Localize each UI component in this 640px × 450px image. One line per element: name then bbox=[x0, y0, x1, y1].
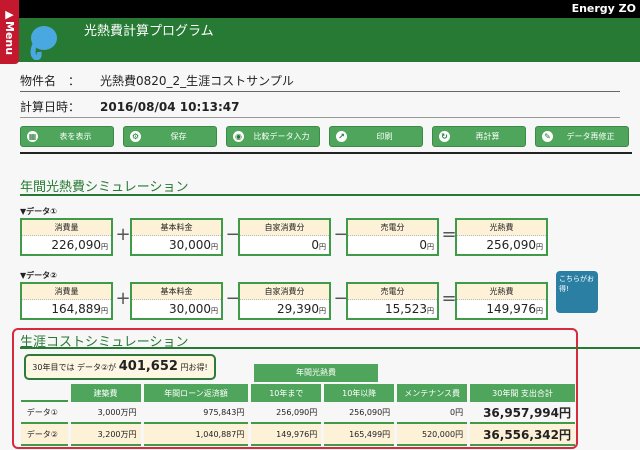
column-header: 10年まで bbox=[251, 384, 322, 402]
box-value: 164,889円 bbox=[51, 302, 108, 316]
refresh-icon: ↻ bbox=[439, 131, 450, 142]
button-label: 比較データ入力 bbox=[253, 132, 310, 141]
menu-tab[interactable]: ▶Menu bbox=[0, 0, 19, 64]
calc-date-value: 2016/08/04 10:13:47 bbox=[100, 100, 240, 114]
box-value: 0円 bbox=[311, 238, 326, 252]
table-cell: 36,556,342円 bbox=[470, 424, 575, 446]
box-header: 売電分 bbox=[348, 220, 437, 236]
table-cell: 256,090円 bbox=[251, 402, 322, 424]
table-row: データ② 3,200万円 1,040,887円 149,976円 165,499円 520… bbox=[21, 424, 575, 446]
pencil-icon: ✎ bbox=[542, 131, 553, 142]
table-cell: 3,200万円 bbox=[70, 424, 141, 446]
value-box: 売電分 0円 bbox=[346, 218, 439, 256]
box-header: 自家消費分 bbox=[240, 284, 329, 300]
table-header-row: 建築費 年間ローン返済額 10年まで 10年以降 メンテナンス費 30年間 支出合計 bbox=[21, 384, 575, 402]
divider bbox=[20, 347, 640, 349]
brand-text: Energy ZO bbox=[571, 2, 636, 15]
table-cell: データ① bbox=[21, 402, 68, 424]
lifecycle-table: 建築費 年間ローン返済額 10年まで 10年以降 メンテナンス費 30年間 支出合計 データ… bbox=[18, 384, 578, 446]
button-label: 表を表示 bbox=[59, 132, 92, 141]
value-box: 自家消費分 0円 bbox=[238, 218, 331, 256]
export-icon: ↗ bbox=[336, 131, 347, 142]
toolbar-button-4[interactable]: ↻ 再計算 bbox=[432, 126, 526, 147]
button-label: 印刷 bbox=[376, 132, 393, 141]
value-box: 消費量 226,090円 bbox=[20, 218, 113, 256]
eye-icon: ◉ bbox=[233, 131, 244, 142]
divider bbox=[20, 194, 640, 196]
value-box: 自家消費分 29,390円 bbox=[238, 282, 331, 320]
table-row: データ① 3,000万円 975,843円 256,090円 256,090円 0円 36,… bbox=[21, 402, 575, 424]
toolbar-button-5[interactable]: ✎ データ再修正 bbox=[535, 126, 629, 147]
box-header: 基本料金 bbox=[132, 284, 221, 300]
column-header: メンテナンス費 bbox=[397, 384, 468, 402]
value-box: 基本料金 30,000円 bbox=[130, 282, 223, 320]
savings-summary: 30年目では データ②が 401,652 円お得! bbox=[24, 354, 216, 380]
value-box: 光熱費 149,976円 bbox=[455, 282, 548, 320]
table-cell: 975,843円 bbox=[143, 402, 249, 424]
box-value: 149,976円 bbox=[486, 302, 543, 316]
calc-date-label: 計算日時： bbox=[20, 100, 81, 114]
calc-date-row: 計算日時： 2016/08/04 10:13:47 bbox=[20, 98, 620, 118]
box-value: 226,090円 bbox=[51, 238, 108, 252]
grid-icon: ▦ bbox=[27, 131, 38, 142]
property-name-row: 物件名 ： 光熱費0820_2_生涯コストサンプル bbox=[20, 72, 620, 92]
value-box: 売電分 15,523円 bbox=[346, 282, 439, 320]
toolbar-button-2[interactable]: ◉ 比較データ入力 bbox=[226, 126, 320, 147]
box-header: 基本料金 bbox=[132, 220, 221, 236]
box-value: 256,090円 bbox=[486, 238, 543, 252]
table-cell: 256,090円 bbox=[324, 402, 395, 424]
gear-icon: ⚙ bbox=[130, 131, 141, 142]
column-header: 10年以降 bbox=[324, 384, 395, 402]
column-header bbox=[21, 384, 68, 402]
box-value: 15,523円 bbox=[385, 302, 434, 316]
top-bar: Energy ZO bbox=[0, 0, 640, 18]
button-label: 再計算 bbox=[475, 132, 500, 141]
table-cell: 520,000円 bbox=[397, 424, 468, 446]
value-box: 消費量 164,889円 bbox=[20, 282, 113, 320]
toolbar-button-1[interactable]: ⚙ 保存 bbox=[123, 126, 217, 147]
savings-value: 401,652 bbox=[118, 359, 178, 374]
table-cell: 1,040,887円 bbox=[143, 424, 249, 446]
table-cell: 3,000万円 bbox=[70, 402, 141, 424]
toolbar-button-0[interactable]: ▦ 表を表示 bbox=[20, 126, 114, 147]
dataset-label: ▼データ② bbox=[20, 271, 57, 280]
button-label: データ再修正 bbox=[566, 132, 615, 141]
box-header: 消費量 bbox=[22, 284, 111, 300]
table-cell: 149,976円 bbox=[251, 424, 322, 446]
table-cell: 0円 bbox=[397, 402, 468, 424]
toolbar-button-3[interactable]: ↗ 印刷 bbox=[329, 126, 423, 147]
recommend-balloon: こちらがお得! bbox=[556, 271, 598, 313]
property-name-value: 光熱費0820_2_生涯コストサンプル bbox=[100, 74, 294, 88]
value-box: 基本料金 30,000円 bbox=[130, 218, 223, 256]
table-cell: データ② bbox=[21, 424, 68, 446]
box-header: 消費量 bbox=[22, 220, 111, 236]
value-box: 光熱費 256,090円 bbox=[455, 218, 548, 256]
group-header-annual: 年間光熱費 bbox=[254, 364, 378, 382]
box-value: 30,000円 bbox=[169, 302, 218, 316]
box-value: 30,000円 bbox=[169, 238, 218, 252]
box-header: 光熱費 bbox=[457, 284, 546, 300]
dataset-label: ▼データ① bbox=[20, 207, 57, 216]
table-cell: 36,957,994円 bbox=[470, 402, 575, 424]
table-cell: 165,499円 bbox=[324, 424, 395, 446]
box-header: 売電分 bbox=[348, 284, 437, 300]
property-name-label: 物件名 ： bbox=[20, 74, 81, 88]
button-label: 保存 bbox=[170, 132, 187, 141]
box-header: 光熱費 bbox=[457, 220, 546, 236]
column-header: 30年間 支出合計 bbox=[470, 384, 575, 402]
box-header: 自家消費分 bbox=[240, 220, 329, 236]
app-title: 光熱費計算プログラム bbox=[84, 24, 214, 39]
column-header: 建築費 bbox=[70, 384, 141, 402]
elephant-logo-icon bbox=[30, 26, 57, 60]
box-value: 0円 bbox=[419, 238, 434, 252]
annual-section-title: 年間光熱費シミュレーション bbox=[20, 180, 189, 195]
column-header: 年間ローン返済額 bbox=[143, 384, 249, 402]
box-value: 29,390円 bbox=[277, 302, 326, 316]
